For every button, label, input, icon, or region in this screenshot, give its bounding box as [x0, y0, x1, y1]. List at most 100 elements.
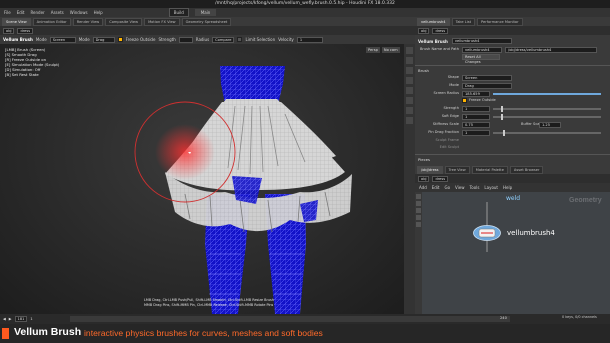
damp-field[interactable]: 1.25: [539, 122, 561, 128]
pin-label: Pin Drag Fraction: [428, 130, 459, 134]
path-obj[interactable]: obj: [418, 27, 430, 34]
strength-field[interactable]: 1: [462, 106, 490, 112]
tab-performance-monitor[interactable]: Performance Monitor: [476, 17, 523, 26]
pin-row: Pin Drag Fraction 1: [415, 130, 601, 136]
menu-render[interactable]: Render: [30, 10, 44, 15]
tab-motion-fx-view[interactable]: Motion FX View: [144, 17, 180, 26]
pin-field[interactable]: 1: [462, 130, 490, 136]
strength-slider[interactable]: [493, 106, 601, 112]
freeze-checkbox[interactable]: [117, 37, 123, 42]
vellumbrush-node[interactable]: [473, 225, 501, 241]
play-icon[interactable]: ▶: [9, 317, 12, 321]
display-option-icon[interactable]: [406, 67, 413, 74]
nw-menu-go[interactable]: Go: [445, 185, 451, 190]
drag-label: Mode: [78, 37, 90, 42]
desktop-select[interactable]: Main: [194, 9, 217, 16]
path-obj[interactable]: obj: [3, 27, 15, 34]
slider-knob[interactable]: [501, 114, 503, 120]
tab-animation-editor[interactable]: Animation Editor: [32, 17, 71, 26]
divider: [415, 154, 610, 155]
nw-menu-tools[interactable]: Tools: [470, 185, 480, 190]
frame-field[interactable]: 181: [14, 316, 28, 322]
parameter-tabs: vellumbrush4 Take List Performance Monit…: [415, 17, 610, 26]
network-tool-icon[interactable]: [416, 215, 421, 220]
brush-name-field[interactable]: vellumbrush4: [462, 47, 502, 53]
compare-select[interactable]: Compare: [212, 36, 235, 43]
menu-assets[interactable]: Assets: [51, 10, 64, 15]
tab-asset-browser[interactable]: Asset Browser: [509, 165, 544, 174]
stiffness-field[interactable]: 0.75: [462, 122, 490, 128]
mode-select[interactable]: Drag: [92, 36, 115, 43]
menu-windows[interactable]: Windows: [70, 10, 88, 15]
nw-menu-help[interactable]: Help: [503, 185, 512, 190]
brush-path-field[interactable]: /obj/dress/vellumbrush4: [505, 47, 597, 53]
display-option-icon[interactable]: [406, 97, 413, 104]
path-node[interactable]: dress: [17, 27, 34, 34]
start-frame: 1: [30, 317, 33, 321]
node-name-field[interactable]: vellumbrush4: [451, 38, 512, 44]
network-tool-icon[interactable]: [416, 208, 421, 213]
strength-field[interactable]: [178, 36, 193, 43]
menu-edit[interactable]: Edit: [17, 10, 25, 15]
menu-file[interactable]: File: [4, 10, 11, 15]
freeze-checkbox[interactable]: [462, 98, 467, 103]
slider-knob[interactable]: [503, 130, 505, 136]
nw-menu-view[interactable]: View: [455, 185, 465, 190]
camera-menu[interactable]: No cam: [381, 47, 400, 53]
tab-take-list[interactable]: Take List: [451, 17, 475, 26]
edit-sculpt-label: Edit Sculpt: [439, 145, 459, 149]
stiffness-row: Stiffness Scale 0.75 Buffer Scale 1.25: [415, 122, 600, 128]
limit-checkbox[interactable]: [237, 37, 243, 42]
radius-slider[interactable]: [493, 93, 601, 95]
persp-menu[interactable]: Persp: [366, 47, 380, 53]
radius-field[interactable]: 185.659: [462, 91, 490, 97]
display-option-icon[interactable]: [406, 117, 413, 124]
display-option-icon[interactable]: [406, 107, 413, 114]
network-tool-icon[interactable]: [416, 194, 421, 199]
network-tool-icon[interactable]: [416, 201, 421, 206]
mode-select[interactable]: Drag: [462, 83, 512, 89]
weld-node-label[interactable]: weld: [506, 195, 520, 202]
tab-render-view[interactable]: Render View: [72, 17, 104, 26]
reset-row: Reset All Changes: [415, 54, 600, 64]
shape-select[interactable]: Screen: [462, 75, 512, 81]
path-obj[interactable]: obj: [418, 175, 430, 182]
network-canvas[interactable]: [415, 192, 610, 314]
display-option-icon[interactable]: [406, 77, 413, 84]
tab-network-view[interactable]: /obj/dress: [417, 165, 443, 174]
nw-menu-layout[interactable]: Layout: [484, 185, 498, 190]
param-header: Vellum Brush vellumbrush4: [418, 38, 512, 44]
tab-geometry-spreadsheet[interactable]: Geometry Spreadsheet: [181, 17, 232, 26]
softedge-slider[interactable]: [493, 114, 601, 120]
nw-menu-edit[interactable]: Edit: [432, 185, 440, 190]
display-option-icon[interactable]: [406, 87, 413, 94]
tab-parameters[interactable]: vellumbrush4: [417, 17, 450, 26]
display-option-icon[interactable]: [406, 57, 413, 64]
velocity-field[interactable]: 1: [296, 36, 323, 43]
network-path-bar: obj dress: [415, 174, 610, 183]
reset-button[interactable]: Reset All Changes: [462, 54, 500, 64]
network-tool-icon[interactable]: [416, 222, 421, 227]
scene-viewport[interactable]: [0, 44, 404, 314]
play-back-icon[interactable]: ◀: [3, 317, 6, 321]
pin-slider[interactable]: [493, 130, 601, 136]
waist-mesh: [220, 66, 285, 104]
brush-name-row: Brush Name and Path vellumbrush4 /obj/dr…: [415, 47, 600, 53]
tab-tree-view[interactable]: Tree View: [444, 165, 470, 174]
build-shelf-select[interactable]: Build: [168, 8, 189, 17]
slider-knob[interactable]: [501, 106, 503, 112]
timeline-ruler[interactable]: [70, 316, 510, 322]
banner-title: Vellum Brush: [14, 326, 82, 338]
accent-bar: [2, 328, 9, 339]
tab-scene-view[interactable]: Scene View: [2, 17, 31, 26]
menu-help[interactable]: Help: [94, 10, 103, 15]
path-node[interactable]: dress: [432, 175, 449, 182]
display-option-icon[interactable]: [406, 47, 413, 54]
nw-menu-add[interactable]: Add: [419, 185, 427, 190]
shape-select[interactable]: Screen: [49, 36, 76, 43]
radius-label: Radius: [195, 37, 210, 42]
softedge-field[interactable]: 1: [462, 114, 490, 120]
tab-composite-view[interactable]: Composite View: [105, 17, 143, 26]
path-node[interactable]: dress: [432, 27, 449, 34]
tab-material-palette[interactable]: Material Palette: [471, 165, 508, 174]
